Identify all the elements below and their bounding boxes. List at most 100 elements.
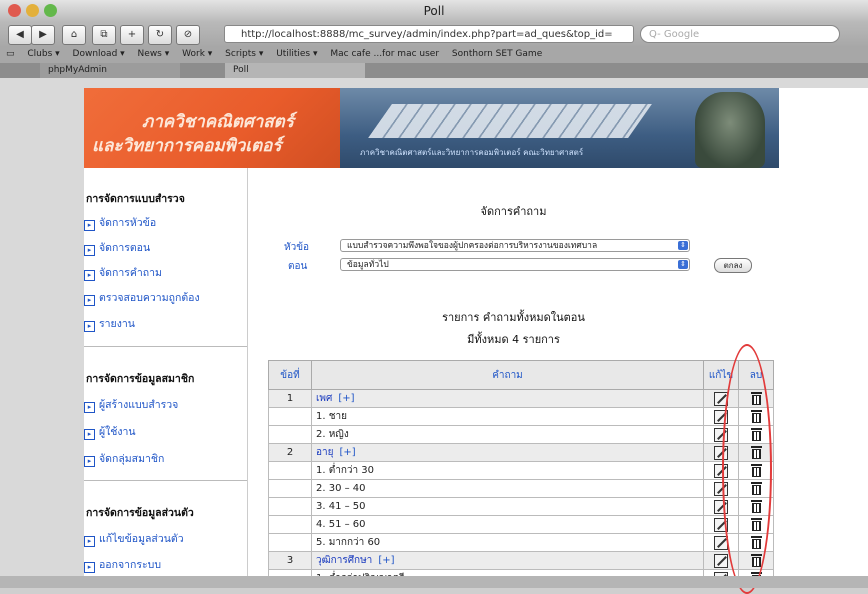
trash-icon[interactable] xyxy=(750,446,762,459)
trash-icon[interactable] xyxy=(750,464,762,477)
edit-icon[interactable] xyxy=(714,535,728,550)
tab-phpmyadmin[interactable]: phpMyAdmin xyxy=(40,63,180,78)
delete-cell xyxy=(738,389,774,408)
statue-image xyxy=(695,92,765,168)
add-choice-link[interactable]: [+] xyxy=(338,393,354,404)
link-icon: ▸ xyxy=(84,536,95,547)
question-text-cell: อายุ [+] xyxy=(311,443,704,462)
bookmark-item[interactable]: Download ▾ xyxy=(73,49,125,59)
bookmark-item[interactable]: Clubs ▾ xyxy=(27,49,59,59)
question-number: 1 xyxy=(268,389,312,408)
sidebar-heading-profile: การจัดการข้อมูลส่วนตัว xyxy=(86,507,194,519)
edit-icon[interactable] xyxy=(714,463,728,478)
link-icon: ▸ xyxy=(84,220,95,231)
question-text: วุฒิการศึกษา xyxy=(316,555,373,566)
edit-icon[interactable] xyxy=(714,409,728,424)
question-text: เพศ xyxy=(316,393,333,404)
choice-text: 5. มากกว่า 60 xyxy=(311,533,704,552)
choice-row: 4. 51 – 60 xyxy=(268,515,774,534)
trash-icon[interactable] xyxy=(750,392,762,405)
link-icon: ▸ xyxy=(84,456,95,467)
choice-row: 3. 41 – 50 xyxy=(268,497,774,516)
link-icon: ▸ xyxy=(84,429,95,440)
bookmark-item[interactable]: Mac cafe ...for mac user xyxy=(330,49,439,59)
add-choice-link[interactable]: [+] xyxy=(378,555,394,566)
add-bookmark-button[interactable]: + xyxy=(120,25,144,45)
sidebar-item-topics[interactable]: ▸ จัดการหัวข้อ xyxy=(84,214,156,231)
choice-text: 2. หญิง xyxy=(311,425,704,444)
column-header-edit: แก้ไข xyxy=(703,360,739,390)
sidebar-heading-members: การจัดการข้อมูลสมาชิก xyxy=(86,373,195,385)
trash-icon[interactable] xyxy=(750,536,762,549)
chevron-updown-icon: ⇕ xyxy=(678,260,688,269)
sidebar-item-member-groups[interactable]: ▸ จัดกลุ่มสมาชิก xyxy=(84,450,164,467)
sidebar-item-edit-profile[interactable]: ▸ แก้ไขข้อมูลส่วนตัว xyxy=(84,530,184,547)
choice-text: 2. 30 – 40 xyxy=(311,479,704,498)
page-title: จัดการคำถาม xyxy=(480,205,547,218)
choice-row: 1. ต่ำกว่า 30 xyxy=(268,461,774,480)
trash-icon[interactable] xyxy=(750,410,762,423)
bookmark-item[interactable]: Sonthorn SET Game xyxy=(452,49,542,59)
minimize-window-button[interactable] xyxy=(26,4,39,17)
zoom-window-button[interactable] xyxy=(44,4,57,17)
sidebar-item-questions[interactable]: ▸ จัดการคำถาม xyxy=(84,264,162,281)
edit-icon[interactable] xyxy=(714,427,728,442)
bookmark-item[interactable]: News ▾ xyxy=(138,49,170,59)
add-choice-link[interactable]: [+] xyxy=(339,447,355,458)
sidebar-item-sections[interactable]: ▸ จัดการตอน xyxy=(84,239,150,256)
tab-poll[interactable]: Poll xyxy=(225,63,365,78)
topic-select[interactable]: แบบสำรวจความพึงพอใจของผู้ปกครองต่อการบริ… xyxy=(340,239,690,252)
choice-row: 5. มากกว่า 60 xyxy=(268,533,774,552)
edit-cell xyxy=(703,389,739,408)
bookmarks-bar: ▭ Clubs ▾ Download ▾ News ▾ Work ▾ Scrip… xyxy=(0,46,868,63)
bookmark-icon: ▭ xyxy=(6,49,15,59)
web-page: ภาควิชาคณิตศาสตร์ และวิทยาการคอมพิวเตอร์… xyxy=(84,88,779,588)
choice-row: 2. 30 – 40 xyxy=(268,479,774,498)
banner-caption: ภาควิชาคณิตศาสตร์และวิทยาการคอมพิวเตอร์ … xyxy=(360,148,584,157)
question-row: 3 วุฒิการศึกษา [+] xyxy=(268,551,774,570)
address-bar[interactable]: http://localhost:8888/mc_survey/admin/in… xyxy=(224,25,634,43)
edit-icon[interactable] xyxy=(714,499,728,514)
question-count: มีทั้งหมด 4 รายการ xyxy=(467,333,560,346)
submit-button[interactable]: ตกลง xyxy=(714,258,752,273)
banner-title-line2: และวิทยาการคอมพิวเตอร์ xyxy=(92,136,282,156)
link-icon: ▸ xyxy=(84,321,95,332)
trash-icon[interactable] xyxy=(750,518,762,531)
edit-icon[interactable] xyxy=(714,445,728,460)
close-window-button[interactable] xyxy=(8,4,21,17)
page-right-margin xyxy=(779,88,868,588)
trash-icon[interactable] xyxy=(750,554,762,567)
reload-button[interactable]: ↻ xyxy=(148,25,172,45)
forward-button[interactable]: ▶ xyxy=(31,25,55,45)
trash-icon[interactable] xyxy=(750,500,762,513)
sidebar-item-report[interactable]: ▸ รายงาน xyxy=(84,315,135,332)
sidebar-item-users[interactable]: ▸ ผู้ใช้งาน xyxy=(84,423,136,440)
sidebar-item-validate[interactable]: ▸ ตรวจสอบความถูกต้อง xyxy=(84,289,200,306)
edit-icon[interactable] xyxy=(714,391,728,406)
bookmark-item[interactable]: Work ▾ xyxy=(182,49,212,59)
edit-icon[interactable] xyxy=(714,553,728,568)
bookmarks-button[interactable]: ⧉ xyxy=(92,25,116,45)
bookmark-item[interactable]: Scripts ▾ xyxy=(225,49,263,59)
stop-button[interactable]: ⊘ xyxy=(176,25,200,45)
edit-icon[interactable] xyxy=(714,481,728,496)
link-icon: ▸ xyxy=(84,245,95,256)
trash-icon[interactable] xyxy=(750,428,762,441)
search-field[interactable]: Q- Google xyxy=(640,25,840,43)
choice-text: 1. ชาย xyxy=(311,407,704,426)
question-table: ข้อที่ คำถาม แก้ไข ลบ 1 เพศ [+] 1. ชาย 2… xyxy=(268,360,774,588)
back-button[interactable]: ◀ xyxy=(8,25,32,45)
section-select[interactable]: ข้อมูลทั่วไป ⇕ xyxy=(340,258,690,271)
sidebar-item-logout[interactable]: ▸ ออกจากระบบ xyxy=(84,556,161,573)
window-titlebar: Poll xyxy=(0,0,868,22)
bookmark-item[interactable]: Utilities ▾ xyxy=(276,49,317,59)
keyboard-image xyxy=(368,104,652,138)
trash-icon[interactable] xyxy=(750,482,762,495)
home-button[interactable]: ⌂ xyxy=(62,25,86,45)
sidebar-item-survey-creators[interactable]: ▸ ผู้สร้างแบบสำรวจ xyxy=(84,396,178,413)
edit-icon[interactable] xyxy=(714,517,728,532)
sidebar-heading-survey: การจัดการแบบสำรวจ xyxy=(86,193,185,205)
question-row: 2 อายุ [+] xyxy=(268,443,774,462)
question-row: 1 เพศ [+] xyxy=(268,389,774,408)
link-icon: ▸ xyxy=(84,270,95,281)
